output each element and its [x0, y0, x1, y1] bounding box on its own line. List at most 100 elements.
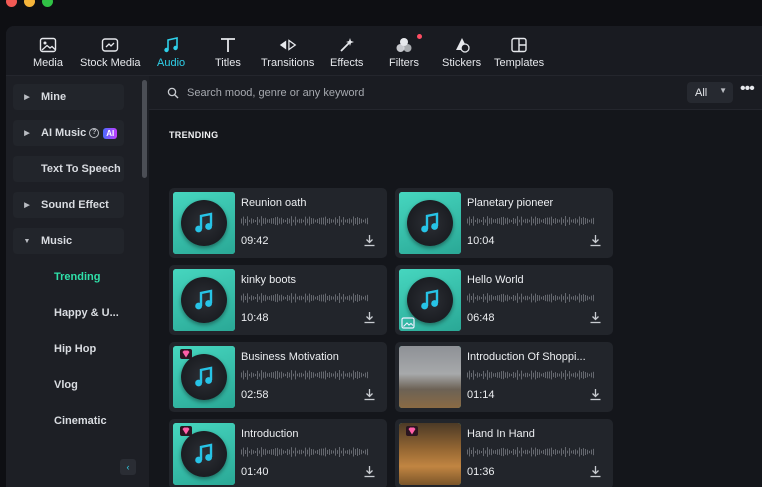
- sidebar-subitem-happy[interactable]: Happy & U...: [54, 300, 119, 326]
- track-duration: 01:14: [467, 389, 495, 401]
- track-thumbnail[interactable]: [399, 423, 461, 485]
- tab-audio[interactable]: Audio: [157, 36, 185, 72]
- filter-dropdown[interactable]: All ▼: [687, 82, 733, 103]
- track-title: Reunion oath: [241, 197, 307, 209]
- titles-icon: [218, 36, 238, 54]
- track-thumbnail[interactable]: [173, 192, 235, 254]
- sidebar-scrollbar[interactable]: [142, 80, 147, 178]
- tab-filters[interactable]: Filters: [389, 34, 422, 72]
- sidebar-item-mine[interactable]: ▶ Mine: [13, 84, 124, 110]
- stickers-icon: [452, 36, 472, 54]
- sidebar-item-text-to-speech[interactable]: Text To Speech: [13, 156, 124, 182]
- tab-media[interactable]: Media: [33, 36, 63, 72]
- track-card[interactable]: Business Motivation 02:58: [169, 342, 387, 412]
- collapse-sidebar-button[interactable]: ‹: [120, 459, 136, 475]
- sidebar-item-label: Text To Speech: [41, 163, 121, 175]
- music-note-icon: [195, 366, 213, 387]
- track-thumbnail[interactable]: [173, 346, 235, 408]
- sidebar-subitem-trending[interactable]: Trending: [54, 264, 100, 290]
- track-thumbnail[interactable]: [173, 269, 235, 331]
- download-icon[interactable]: [363, 234, 376, 247]
- download-icon[interactable]: [363, 388, 376, 401]
- premium-gem-icon: [180, 426, 192, 436]
- templates-icon: [509, 36, 529, 54]
- track-card[interactable]: Hand In Hand 01:36: [395, 419, 613, 487]
- track-title: kinky boots: [241, 274, 297, 286]
- track-duration: 01:36: [467, 466, 495, 478]
- sidebar-subitem-hip-hop[interactable]: Hip Hop: [54, 336, 96, 362]
- track-thumbnail[interactable]: [399, 346, 461, 408]
- sidebar-item-label: Music: [41, 235, 73, 247]
- tab-titles[interactable]: Titles: [215, 36, 241, 72]
- app-window: Media Stock Media Audio Titles Transitio…: [0, 0, 762, 487]
- filters-icon: [394, 34, 422, 54]
- tab-stickers-label: Stickers: [442, 57, 482, 69]
- track-card[interactable]: Planetary pioneer 10:04: [395, 188, 613, 258]
- sidebar-subitem-vlog[interactable]: Vlog: [54, 372, 78, 398]
- track-thumbnail[interactable]: [399, 192, 461, 254]
- track-card[interactable]: Hello World 06:48: [395, 265, 613, 335]
- music-note-icon: [195, 212, 213, 233]
- track-title: Introduction Of Shoppi...: [467, 351, 586, 363]
- music-note-icon: [421, 289, 439, 310]
- waveform: [241, 293, 368, 303]
- track-card[interactable]: kinky boots 10:48: [169, 265, 387, 335]
- download-icon[interactable]: [363, 311, 376, 324]
- tab-templates-label: Templates: [494, 57, 545, 69]
- media-toolbar: Media Stock Media Audio Titles Transitio…: [6, 26, 762, 76]
- tab-templates[interactable]: Templates: [494, 36, 544, 72]
- download-icon[interactable]: [363, 465, 376, 478]
- waveform: [467, 370, 594, 380]
- music-note-icon: [195, 289, 213, 310]
- window-controls: [6, 0, 53, 7]
- editor-panel: Media Stock Media Audio Titles Transitio…: [6, 26, 762, 487]
- help-icon[interactable]: ?: [89, 128, 100, 138]
- track-duration: 06:48: [467, 312, 495, 324]
- music-note-icon: [195, 443, 213, 464]
- track-card[interactable]: Reunion oath 09:42: [169, 188, 387, 258]
- download-icon[interactable]: [589, 311, 602, 324]
- download-icon[interactable]: [589, 465, 602, 478]
- waveform: [467, 447, 594, 457]
- stock-media-icon: [100, 36, 120, 54]
- sidebar-item-label: Mine: [41, 91, 67, 103]
- download-icon[interactable]: [589, 234, 602, 247]
- sidebar-item-sound-effect[interactable]: ▶ Sound Effect: [13, 192, 124, 218]
- track-thumbnail[interactable]: [173, 423, 235, 485]
- notification-dot: [416, 34, 422, 39]
- track-card[interactable]: Introduction Of Shoppi... 01:14: [395, 342, 613, 412]
- track-title: Hand In Hand: [467, 428, 535, 440]
- music-note-icon: [421, 212, 439, 233]
- expand-arrow-icon: ▶: [24, 94, 30, 101]
- search-bar: All ▼ •••: [149, 76, 762, 110]
- sidebar-item-music[interactable]: ▼ Music: [13, 228, 124, 254]
- tab-transitions-label: Transitions: [261, 57, 315, 69]
- tab-transitions[interactable]: Transitions: [261, 36, 314, 72]
- track-title: Planetary pioneer: [467, 197, 554, 209]
- download-icon[interactable]: [589, 388, 602, 401]
- music-note-icon: [161, 36, 181, 54]
- search-icon: [167, 87, 179, 99]
- more-options-button[interactable]: •••: [740, 81, 756, 100]
- close-window-button[interactable]: [6, 0, 17, 7]
- search-input[interactable]: [187, 84, 627, 102]
- sidebar-item-label: AI Music: [41, 127, 87, 139]
- tab-titles-label: Titles: [215, 57, 241, 69]
- tab-stock-media[interactable]: Stock Media: [80, 36, 141, 72]
- track-thumbnail[interactable]: [399, 269, 461, 331]
- expand-arrow-icon: ▶: [24, 202, 30, 209]
- image-icon: [401, 317, 415, 329]
- track-title: Business Motivation: [241, 351, 339, 363]
- tab-stickers[interactable]: Stickers: [442, 36, 481, 72]
- tab-audio-label: Audio: [157, 57, 186, 69]
- waveform: [467, 216, 594, 226]
- maximize-window-button[interactable]: [42, 0, 53, 7]
- premium-gem-icon: [180, 349, 192, 359]
- sidebar-item-label: Sound Effect: [41, 199, 109, 211]
- tab-effects[interactable]: Effects: [330, 36, 363, 72]
- sidebar-subitem-cinematic[interactable]: Cinematic: [54, 408, 107, 434]
- sidebar-item-ai-music[interactable]: ▶ AI Music ? AI: [13, 120, 124, 146]
- effects-icon: [337, 36, 357, 54]
- minimize-window-button[interactable]: [24, 0, 35, 7]
- track-card[interactable]: Introduction 01:40: [169, 419, 387, 487]
